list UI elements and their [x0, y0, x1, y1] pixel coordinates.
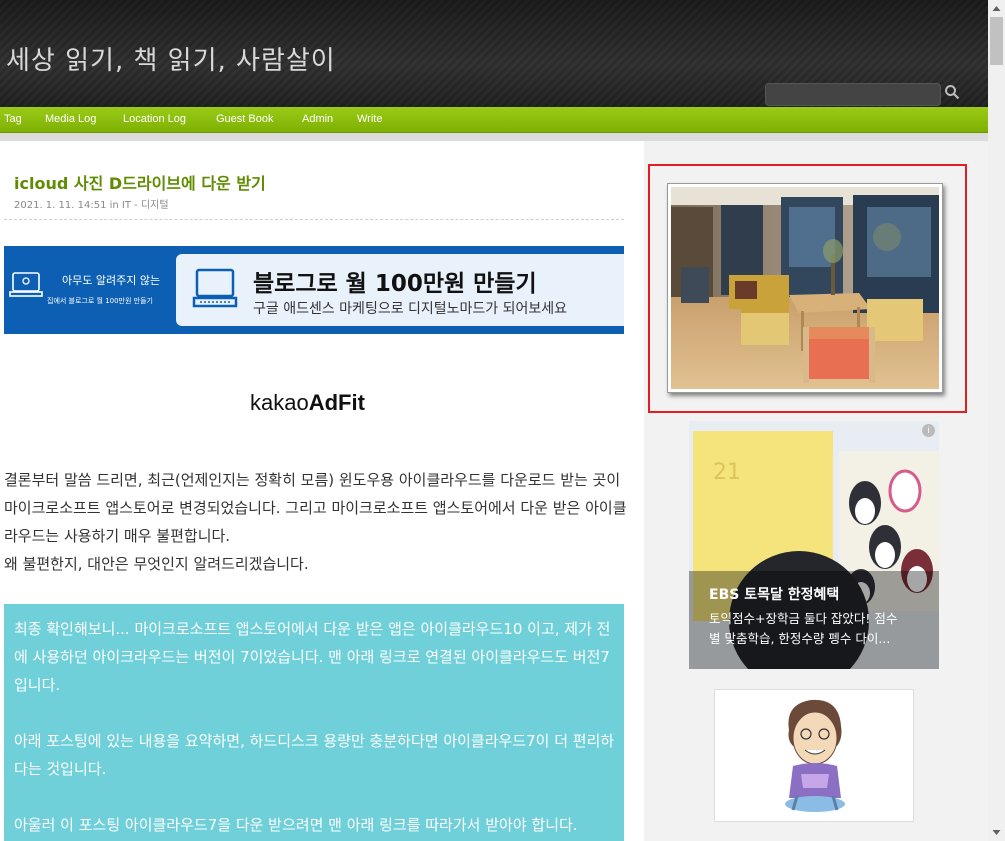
- vertical-scrollbar[interactable]: [988, 0, 1005, 841]
- highlight-paragraph: 최종 확인해보니... 마이크로소프트 앱스토어에서 다운 받은 앱은 아이클라…: [14, 620, 611, 694]
- kakao-text: kakao: [250, 390, 309, 415]
- search-icon[interactable]: [944, 84, 960, 100]
- blog-header: 세상 읽기, 책 읽기, 사람살이: [0, 0, 988, 107]
- kakao-adfit-logo[interactable]: kakaoAdFit: [250, 390, 365, 416]
- sidebar-ad[interactable]: 21 i EBS 토목달 한정혜택 토익점수+장학금 둘다 잡았다! 점수 별 …: [689, 421, 939, 669]
- body-paragraph: 왜 불편한지, 대안은 무엇인지 알려드리겠습니다.: [4, 555, 309, 573]
- site-title[interactable]: 세상 읽기, 책 읽기, 사람살이: [6, 40, 336, 77]
- nav-location-log[interactable]: Location Log: [123, 113, 186, 125]
- header-divider: [0, 133, 988, 141]
- profile-image-widget[interactable]: [714, 689, 914, 822]
- highlight-paragraph: 아래 포스팅에 있는 내용을 요약하면, 하드디스크 용량만 충분하다면 아이클…: [14, 732, 615, 778]
- sidebar-photo-widget[interactable]: [648, 164, 967, 413]
- highlight-box: 최종 확인해보니... 마이크로소프트 앱스토어에서 다운 받은 앱은 아이클라…: [4, 604, 624, 841]
- ad-description: 토익점수+장학금 둘다 잡았다! 점수 별 맞춤학습, 한정수량 펭수 다이..…: [709, 609, 931, 649]
- nav-write[interactable]: Write: [357, 113, 382, 125]
- scroll-down-arrow-icon[interactable]: [988, 824, 1005, 841]
- cafe-photo[interactable]: [667, 183, 943, 393]
- caricature-image: [785, 699, 845, 812]
- scroll-up-arrow-icon[interactable]: [988, 0, 1005, 17]
- post-body: 결론부터 말씀 드리면, 최근(언제인지는 정확히 모름) 윈도우용 아이클라우…: [4, 466, 628, 578]
- laptop-icon: [192, 268, 238, 308]
- divider: [4, 219, 624, 220]
- nav-admin[interactable]: Admin: [302, 113, 333, 125]
- nav-guest-book[interactable]: Guest Book: [216, 113, 273, 125]
- ad-desc-line: 토익점수+장학금 둘다 잡았다! 점수: [709, 611, 898, 626]
- ad-title: EBS 토목달 한정혜택: [709, 587, 840, 603]
- ad-info-icon[interactable]: i: [922, 424, 935, 437]
- post-meta: 2021. 1. 11. 14:51 in IT - 디지털: [14, 200, 169, 211]
- post-title[interactable]: icloud 사진 D드라이브에 다운 받기: [14, 170, 266, 194]
- ad-desc-line: 별 맞춤학습, 한정수량 펭수 다이...: [709, 631, 891, 646]
- search-input[interactable]: [765, 83, 941, 106]
- banner-card: 블로그로 월 100만원 만들기 구글 애드센스 마케팅으로 디지털노마드가 되…: [176, 254, 624, 326]
- blog-banner-ad[interactable]: 아무도 알려주지 않는 집에서 블로그로 월 100만원 만들기 블로그로 월 …: [4, 246, 624, 334]
- nav-tag[interactable]: Tag: [4, 113, 22, 125]
- banner-title: 블로그로 월 100만원 만들기: [253, 271, 537, 297]
- svg-text:21: 21: [713, 460, 741, 485]
- nav-bar: Tag Media Log Location Log Guest Book Ad…: [0, 107, 988, 133]
- laptop-icon: [9, 272, 43, 297]
- nav-media-log[interactable]: Media Log: [45, 113, 96, 125]
- cafe-interior-image: [671, 187, 939, 389]
- banner-subtitle: 구글 애드센스 마케팅으로 디지털노마드가 되어보세요: [253, 301, 568, 317]
- body-paragraph: 결론부터 말씀 드리면, 최근(언제인지는 정확히 모름) 윈도우용 아이클라우…: [4, 471, 627, 545]
- scrollbar-thumb[interactable]: [990, 17, 1003, 65]
- banner-left-line1: 아무도 알려주지 않는: [62, 274, 161, 287]
- highlight-paragraph: 아울러 이 포스팅 아이클라우드7을 다운 받으려면 맨 아래 링크를 따라가서…: [14, 816, 578, 834]
- adfit-text: AdFit: [308, 390, 365, 415]
- banner-left-line2: 집에서 블로그로 월 100만원 만들기: [47, 297, 153, 305]
